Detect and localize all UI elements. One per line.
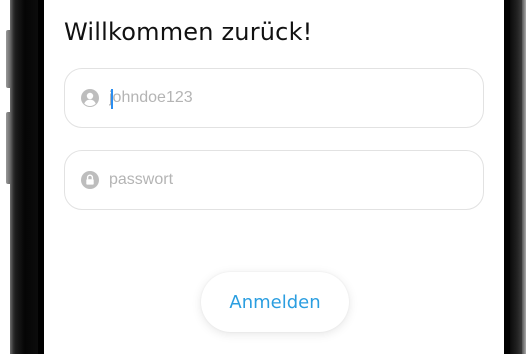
password-field[interactable] [64, 150, 484, 210]
password-input[interactable] [109, 171, 469, 189]
username-field[interactable] [64, 68, 484, 128]
login-screen: Willkommen zurück! Anm [0, 0, 526, 354]
phone-frame-left [0, 0, 44, 354]
text-cursor [111, 89, 113, 109]
app-screen: Willkommen zurück! Anm [44, 0, 504, 354]
lock-icon [80, 170, 100, 190]
username-input[interactable] [109, 89, 469, 107]
login-button[interactable]: Anmelden [201, 272, 349, 332]
phone-frame-right [504, 0, 526, 354]
page-title: Willkommen zurück! [64, 18, 313, 46]
user-icon [80, 88, 100, 108]
